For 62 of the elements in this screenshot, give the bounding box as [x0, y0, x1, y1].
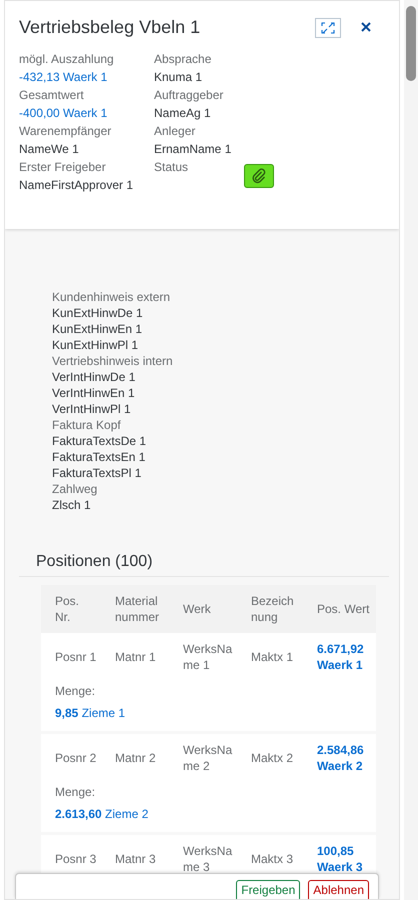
column-header: Material nummer [101, 585, 169, 633]
note-text: FakturaTextsDe 1 [52, 433, 148, 449]
note-label: Zahlweg [52, 481, 98, 497]
note-label: Vertriebshinweis intern [52, 353, 174, 369]
close-icon [359, 20, 373, 34]
note-text: KunExtHinwDe 1 [52, 305, 144, 321]
field-value: Knuma 1 [154, 70, 204, 84]
table-cell: 2.584,86 Waerk 2 [303, 732, 376, 774]
paperclip-icon [251, 168, 267, 184]
table-cell: WerksName 3 [169, 834, 237, 875]
quantity-value: 9,85 Zieme 1 [55, 706, 126, 720]
quantity-value: 2.613,60 Zieme 2 [55, 807, 148, 821]
table-cell: Posnr 3 [41, 834, 101, 875]
field-label: Warenempfänger [19, 124, 112, 138]
table-cell: Matnr 1 [101, 633, 169, 673]
column-header: Bezeich nung [237, 585, 303, 633]
note-text: KunExtHinwEn 1 [52, 321, 144, 337]
table-cell: Posnr 1 [41, 633, 101, 673]
table-cell: 100,85 Waerk 3 [303, 834, 376, 875]
column-header: Werk [169, 585, 237, 633]
field-label: Absprache [154, 52, 212, 66]
dialog-title: Vertriebsbeleg Vbeln 1 [19, 17, 202, 38]
field-value: NameAg 1 [154, 106, 212, 120]
note-label: Kundenhinweis extern [52, 289, 172, 305]
field-value: ErnamName 1 [154, 142, 232, 156]
column-header: Pos. Wert [303, 585, 376, 633]
note-text: KunExtHinwPl 1 [52, 337, 140, 353]
table-cell: Maktx 3 [237, 834, 303, 875]
field-value: NameWe 1 [19, 142, 80, 156]
table-cell: Maktx 1 [237, 633, 303, 673]
field-label: Gesamtwert [19, 88, 85, 102]
table-cell: Matnr 2 [101, 732, 169, 774]
note-label: Faktura Kopf [52, 417, 122, 433]
note-text: FakturaTextsPl 1 [52, 465, 142, 481]
table-cell: 6.671,92 Waerk 1 [303, 633, 376, 673]
note-text: VerIntHinwPl 1 [52, 401, 132, 417]
section-title: Positionen (100) [19, 553, 389, 577]
note-text: VerIntHinwDe 1 [52, 369, 136, 385]
table-cell: WerksName 1 [169, 633, 237, 673]
table-cell: Posnr 2 [41, 732, 101, 774]
field-label: mögl. Auszahlung [19, 52, 115, 66]
expand-icon [320, 20, 336, 34]
quantity-label: Menge: [55, 784, 96, 800]
column-header: Pos. Nr. [41, 585, 101, 633]
field-label: Anleger [154, 124, 196, 138]
attachment-button[interactable] [244, 164, 274, 188]
note-text: Zlsch 1 [52, 497, 92, 513]
table-cell: Matnr 3 [101, 834, 169, 875]
table-cell: Maktx 2 [237, 732, 303, 774]
field-value: NameFirstApprover 1 [19, 178, 134, 192]
field-label: Erster Freigeber [19, 160, 107, 174]
table-cell: WerksName 2 [169, 732, 237, 774]
expand-button[interactable] [315, 18, 341, 38]
field-value[interactable]: -432,13 Waerk 1 [19, 70, 154, 84]
reject-button[interactable]: Ablehnen [308, 880, 369, 899]
approve-button[interactable]: Freigeben [236, 880, 300, 899]
field-label: Auftraggeber [154, 88, 224, 102]
note-text: FakturaTextsEn 1 [52, 449, 146, 465]
field-label: Status [154, 160, 190, 174]
note-text: VerIntHinwEn 1 [52, 385, 136, 401]
quantity-label: Menge: [55, 683, 96, 699]
field-value[interactable]: -400,00 Waerk 1 [19, 106, 154, 120]
